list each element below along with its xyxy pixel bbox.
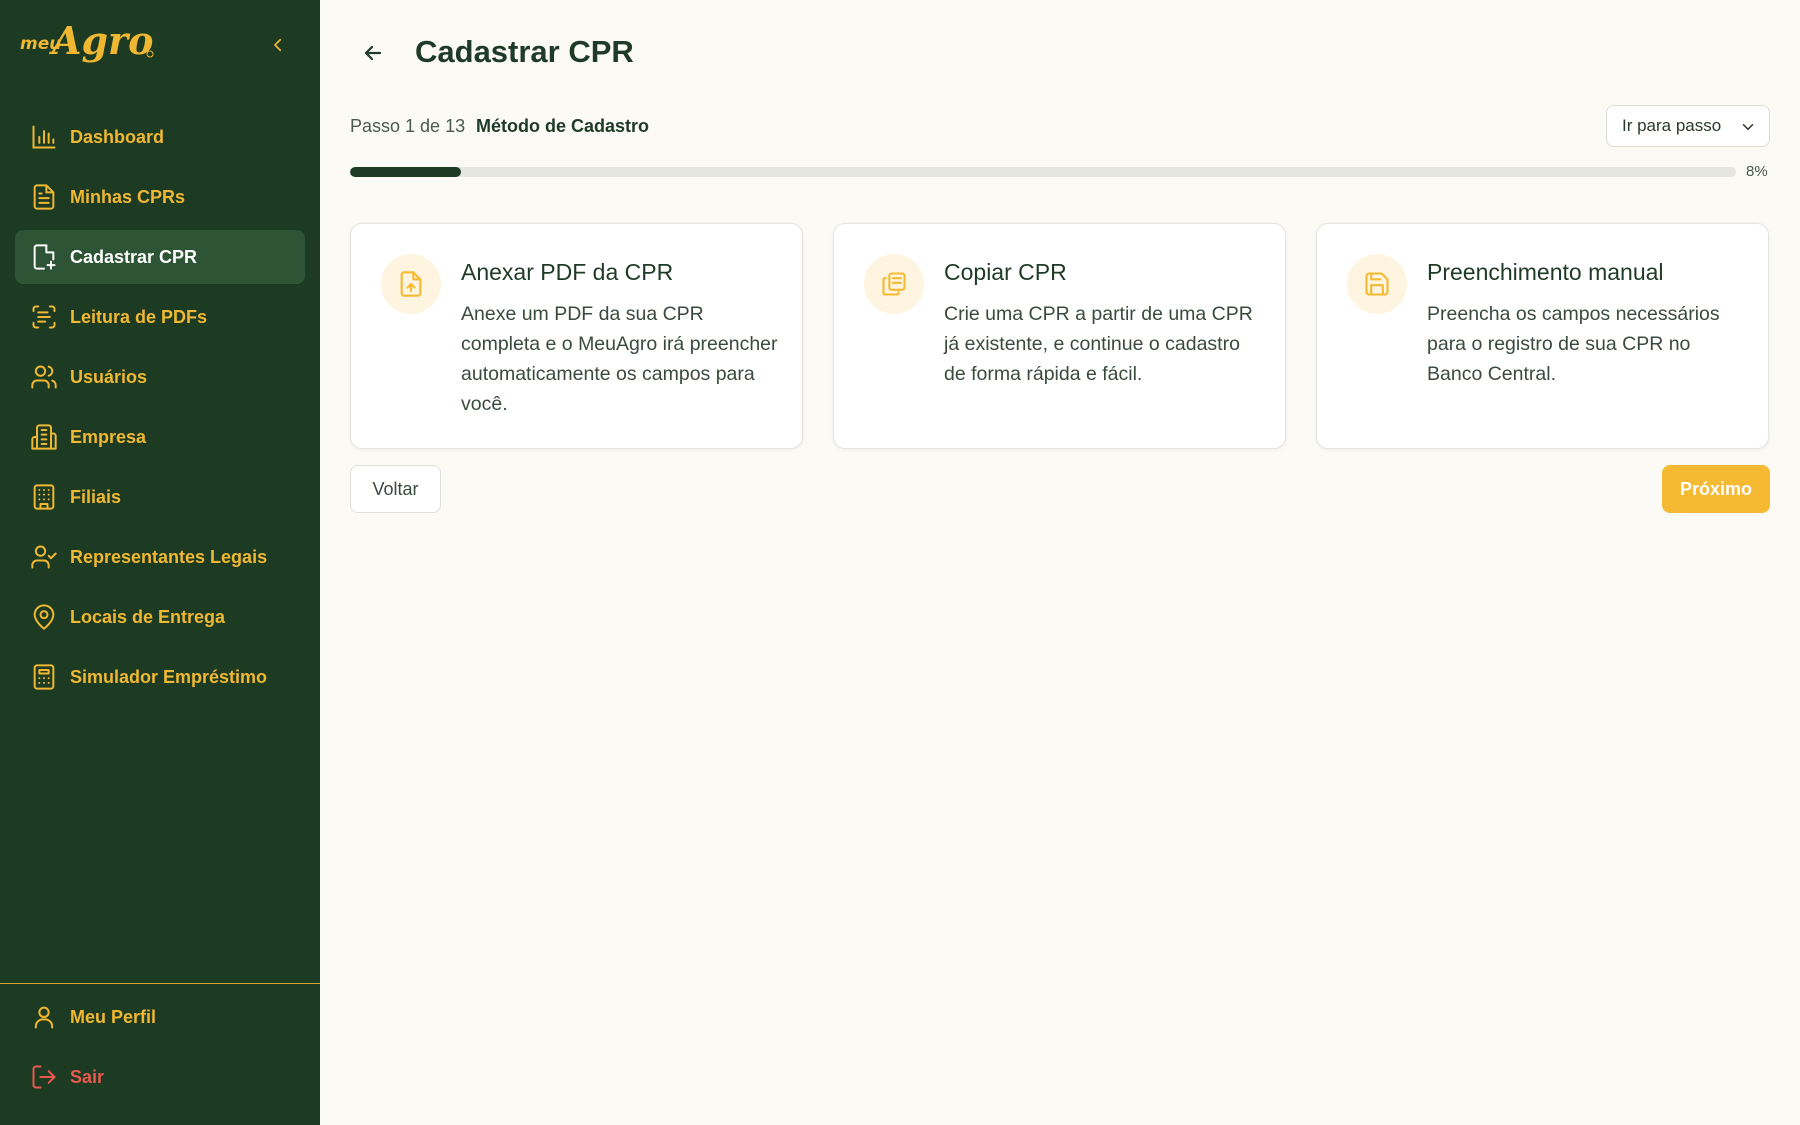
- calculator-icon: [29, 662, 59, 692]
- user-icon: [29, 1002, 59, 1032]
- sidebar: meu Agro Dashboard Minhas CPRs Cadastrar…: [0, 0, 320, 1125]
- sidebar-item-label: Locais de Entrega: [70, 606, 226, 627]
- svg-text:Agro: Agro: [49, 18, 153, 63]
- meuagro-logo[interactable]: meu Agro: [18, 14, 168, 74]
- option-card-manual-entry[interactable]: Preenchimento manual Preencha os campos …: [1316, 223, 1769, 449]
- sidebar-bottom-nav: Meu Perfil Sair: [15, 990, 305, 1110]
- scan-text-icon: [29, 302, 59, 332]
- back-arrow-button[interactable]: [358, 38, 388, 68]
- sidebar-item-label: Simulador Empréstimo: [70, 666, 268, 687]
- sidebar-item-label: Leitura de PDFs: [70, 306, 208, 327]
- back-button[interactable]: Voltar: [350, 465, 441, 513]
- document-plus-icon: [29, 242, 59, 272]
- sidebar-item-minhas-cprs[interactable]: Minhas CPRs: [15, 170, 305, 224]
- sidebar-item-cadastrar-cpr[interactable]: Cadastrar CPR: [15, 230, 305, 284]
- registration-method-options: Anexar PDF da CPR Anexe um PDF da sua CP…: [350, 223, 1770, 449]
- sidebar-item-leitura-pdfs[interactable]: Leitura de PDFs: [15, 290, 305, 344]
- sidebar-item-label: Dashboard: [70, 126, 165, 147]
- option-card-copy-cpr[interactable]: Copiar CPR Crie uma CPR a partir de uma …: [833, 223, 1286, 449]
- option-description: Anexe um PDF da sua CPR completa e o Meu…: [461, 303, 778, 415]
- sidebar-item-empresa[interactable]: Empresa: [15, 410, 305, 464]
- arrow-left-icon: [364, 45, 382, 61]
- chevron-down-icon: [1742, 124, 1754, 130]
- sidebar-item-label: Representantes Legais: [70, 546, 268, 567]
- file-upload-icon: [381, 254, 441, 314]
- sidebar-nav: Dashboard Minhas CPRs Cadastrar CPR Leit…: [15, 110, 305, 710]
- option-title: Preenchimento manual: [1427, 259, 1664, 285]
- progress-percentage: 8%: [1746, 163, 1768, 180]
- bar-chart-icon: [29, 122, 59, 152]
- user-check-icon: [29, 542, 59, 572]
- sidebar-item-representantes-legais[interactable]: Representantes Legais: [15, 530, 305, 584]
- document-icon: [29, 182, 59, 212]
- building-icon: [29, 422, 59, 452]
- goto-step-label: Ir para passo: [1622, 116, 1722, 135]
- option-title: Anexar PDF da CPR: [461, 259, 674, 285]
- step-name: Método de Cadastro: [476, 116, 650, 136]
- sidebar-item-sair[interactable]: Sair: [15, 1050, 305, 1104]
- sidebar-divider: [0, 983, 320, 984]
- save-icon: [1347, 254, 1407, 314]
- sidebar-item-label: Minhas CPRs: [70, 186, 186, 207]
- step-counter: Passo 1 de 13: [350, 116, 466, 136]
- page-title: Cadastrar CPR: [415, 34, 634, 69]
- next-button[interactable]: Próximo: [1662, 465, 1770, 513]
- option-description: Preencha os campos necessários para o re…: [1427, 303, 1720, 385]
- sidebar-item-label: Filiais: [70, 486, 122, 507]
- sidebar-item-label: Empresa: [70, 426, 147, 447]
- sidebar-item-usuarios[interactable]: Usuários: [15, 350, 305, 404]
- copy-icon: [864, 254, 924, 314]
- sidebar-item-label: Cadastrar CPR: [70, 246, 198, 267]
- main-content: Cadastrar CPR Passo 1 de 13 Método de Ca…: [320, 0, 1800, 1125]
- sidebar-item-simulador-emprestimo[interactable]: Simulador Empréstimo: [15, 650, 305, 704]
- sidebar-item-label: Usuários: [70, 366, 148, 387]
- option-card-attach-pdf[interactable]: Anexar PDF da CPR Anexe um PDF da sua CP…: [350, 223, 803, 449]
- office-building-icon: [29, 482, 59, 512]
- option-description: Crie uma CPR a partir de uma CPR já exis…: [944, 303, 1253, 385]
- progress-bar: [350, 167, 1736, 177]
- map-pin-icon: [29, 602, 59, 632]
- logout-icon: [29, 1062, 59, 1092]
- option-title: Copiar CPR: [944, 259, 1067, 285]
- sidebar-item-label: Meu Perfil: [70, 1006, 157, 1027]
- goto-step-dropdown[interactable]: Ir para passo: [1606, 105, 1770, 147]
- sidebar-item-meu-perfil[interactable]: Meu Perfil: [15, 990, 305, 1044]
- sidebar-item-locais-entrega[interactable]: Locais de Entrega: [15, 590, 305, 644]
- chevron-left-icon: [274, 38, 282, 52]
- sidebar-item-dashboard[interactable]: Dashboard: [15, 110, 305, 164]
- users-icon: [29, 362, 59, 392]
- sidebar-item-label: Sair: [70, 1066, 105, 1087]
- collapse-sidebar-button[interactable]: [263, 30, 293, 60]
- sidebar-item-filiais[interactable]: Filiais: [15, 470, 305, 524]
- progress-fill: [350, 167, 461, 177]
